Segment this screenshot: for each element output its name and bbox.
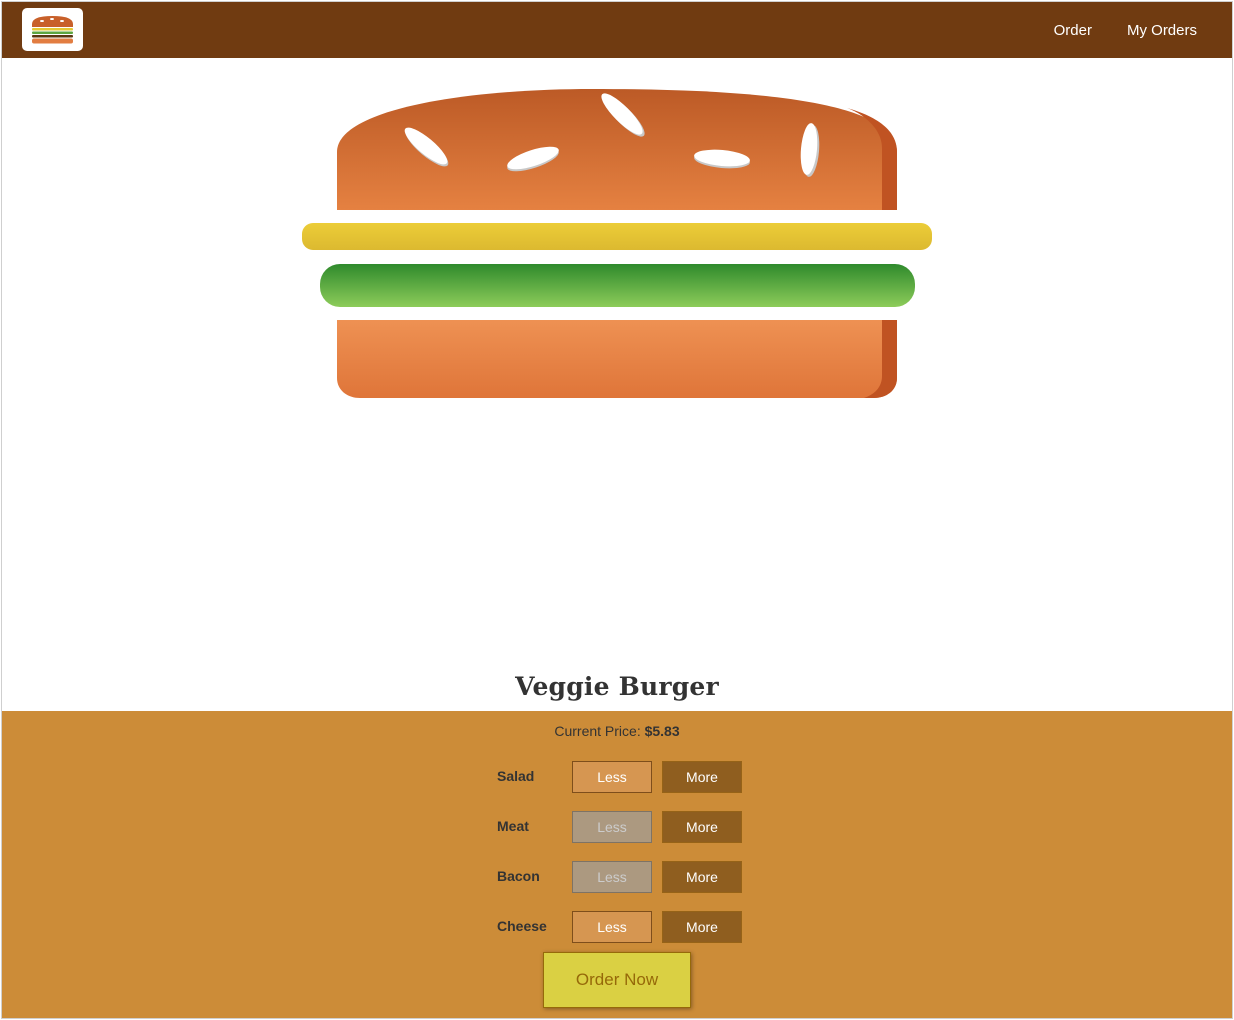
control-row-salad: Salad Less More xyxy=(497,761,757,793)
price-label: Current Price: xyxy=(554,723,641,739)
burger-logo-icon xyxy=(32,16,73,44)
control-row-meat: Meat Less More xyxy=(497,811,757,843)
main-nav: Order My Orders xyxy=(1054,2,1232,58)
control-label-salad: Salad xyxy=(497,768,535,784)
control-row-cheese: Cheese Less More xyxy=(497,911,757,943)
meat-less-button[interactable]: Less xyxy=(572,811,652,843)
logo[interactable] xyxy=(22,8,83,51)
salad-less-button[interactable]: Less xyxy=(572,761,652,793)
cheese-less-button[interactable]: Less xyxy=(572,911,652,943)
control-label-cheese: Cheese xyxy=(497,918,547,934)
control-row-bacon: Bacon Less More xyxy=(497,861,757,893)
build-controls: Current Price: $5.83 Salad Less More Mea… xyxy=(2,711,1232,1018)
bun-top xyxy=(337,89,897,210)
burger-title: Veggie Burger xyxy=(515,672,719,701)
burger-preview xyxy=(2,58,1232,458)
burger-illustration xyxy=(302,89,932,398)
cheese-more-button[interactable]: More xyxy=(662,911,742,943)
cheese-layer xyxy=(302,223,932,250)
price-value: $5.83 xyxy=(644,723,680,739)
control-label-bacon: Bacon xyxy=(497,868,540,884)
meat-more-button[interactable]: More xyxy=(662,811,742,843)
current-price: Current Price: $5.83 xyxy=(2,723,1232,739)
salad-layer xyxy=(320,264,915,307)
salad-more-button[interactable]: More xyxy=(662,761,742,793)
toolbar: Order My Orders xyxy=(2,2,1232,58)
bun-bottom xyxy=(337,320,897,398)
bacon-more-button[interactable]: More xyxy=(662,861,742,893)
nav-my-orders-link[interactable]: My Orders xyxy=(1127,22,1197,39)
control-label-meat: Meat xyxy=(497,818,529,834)
bacon-less-button[interactable]: Less xyxy=(572,861,652,893)
order-now-button[interactable]: Order Now xyxy=(543,952,691,1008)
nav-order-link[interactable]: Order xyxy=(1054,22,1092,39)
app-frame: Order My Orders Veggie Burger Current Pr… xyxy=(1,1,1233,1019)
